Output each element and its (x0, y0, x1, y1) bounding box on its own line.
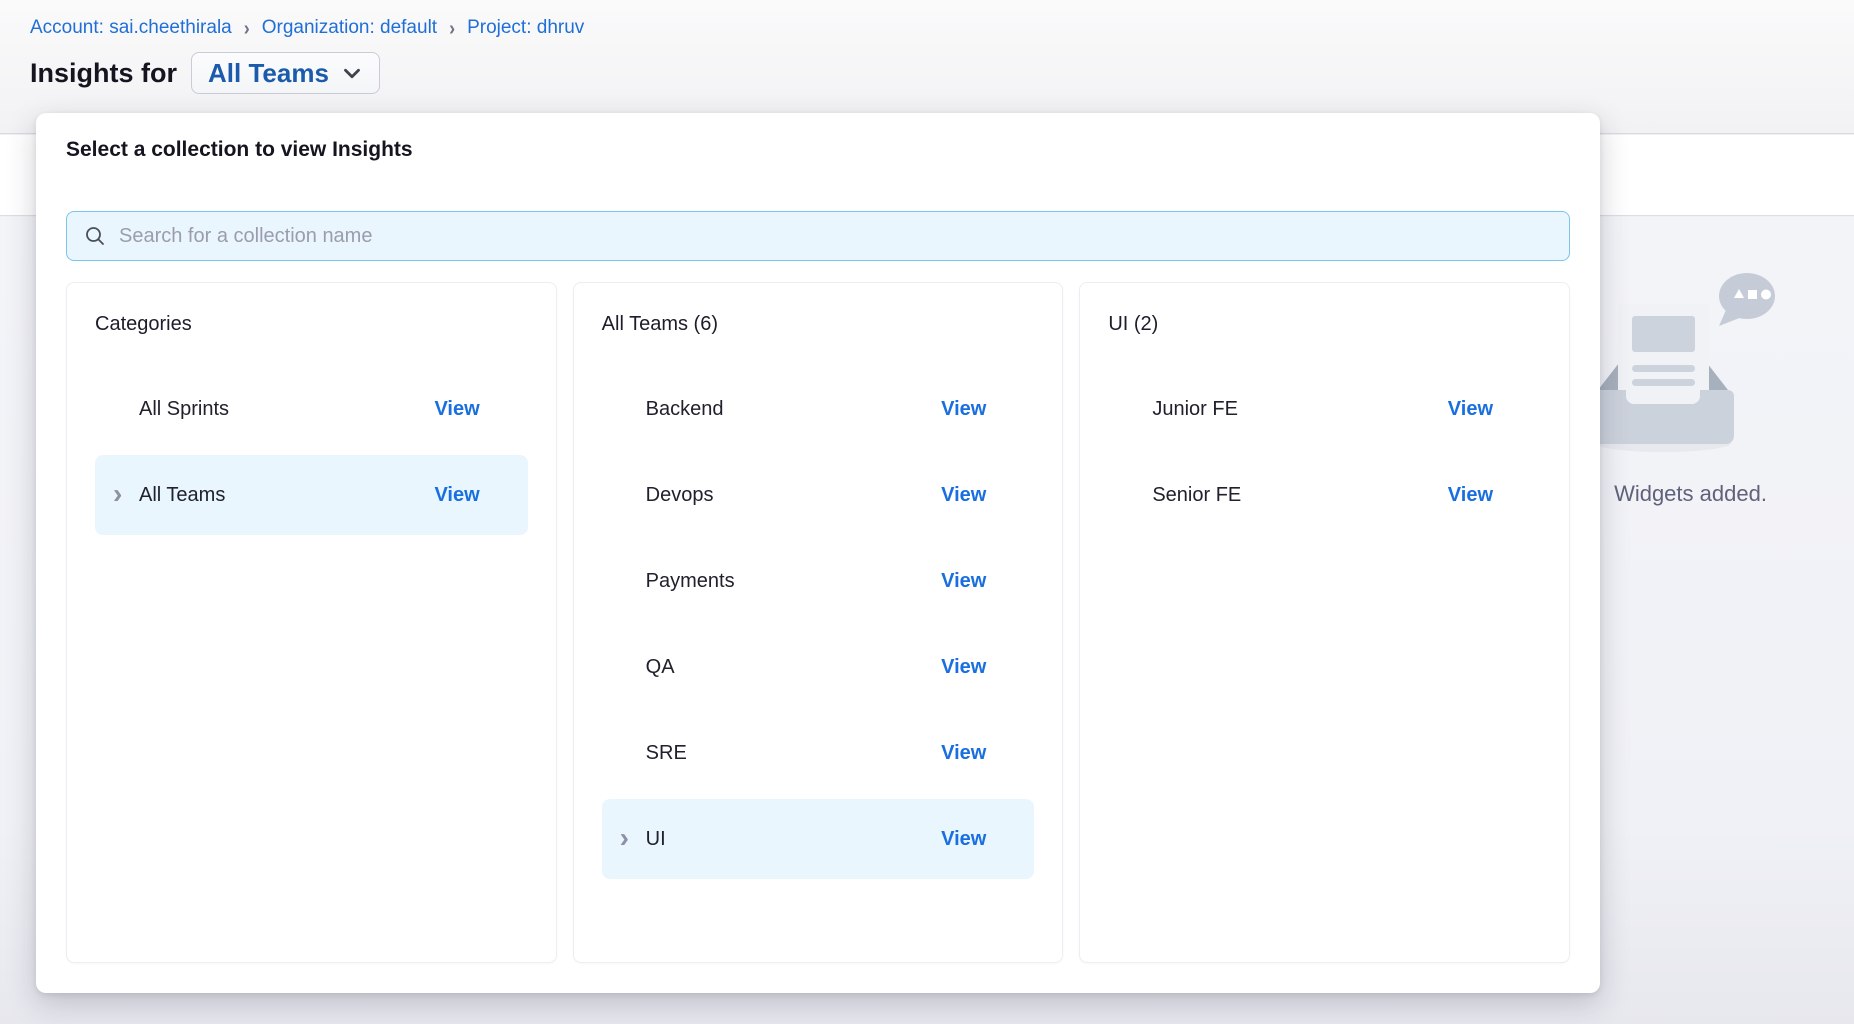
view-link[interactable]: View (1448, 398, 1493, 421)
list-item[interactable]: › All Teams View (95, 455, 528, 535)
chevron-right-icon: › (113, 480, 122, 508)
view-link[interactable]: View (941, 656, 986, 679)
list-item[interactable]: SRE View (602, 713, 1035, 793)
collection-column: UI (2) Junior FE View Senior FE View (1079, 282, 1570, 963)
collection-name: SRE (646, 742, 687, 765)
breadcrumb: Account: sai.cheethirala › Organization:… (30, 17, 584, 39)
list-item[interactable]: All Sprints View (95, 369, 528, 449)
collection-name: Senior FE (1152, 484, 1241, 507)
view-link[interactable]: View (941, 570, 986, 593)
search-input[interactable] (119, 225, 1553, 248)
collection-name: All Sprints (139, 398, 229, 421)
view-link[interactable]: View (1448, 484, 1493, 507)
collection-name: Payments (646, 570, 735, 593)
empty-inbox-illustration-icon (1593, 266, 1789, 459)
list-item[interactable]: QA View (602, 627, 1035, 707)
chevron-down-icon (339, 60, 365, 86)
list-item[interactable]: Backend View (602, 369, 1035, 449)
collection-column: All Teams (6)BackendViewDevopsViewPaymen… (573, 282, 1064, 963)
collection-search (66, 211, 1570, 261)
column-header: Categories (95, 313, 528, 337)
collection-name: Backend (646, 398, 724, 421)
list-item[interactable]: Senior FE View (1108, 455, 1541, 535)
empty-state-caption: Widgets added. (1614, 481, 1767, 507)
breadcrumb-separator-icon: › (449, 16, 455, 40)
view-link[interactable]: View (941, 742, 986, 765)
no-widgets-empty-state: Widgets added. (1588, 266, 1793, 507)
collection-name: All Teams (139, 484, 225, 507)
view-link[interactable]: View (941, 484, 986, 507)
collection-columns: CategoriesAll SprintsView›All TeamsViewA… (66, 282, 1570, 963)
list-item[interactable]: › UI View (602, 799, 1035, 879)
view-link[interactable]: View (434, 484, 479, 507)
list-item[interactable]: Junior FE View (1108, 369, 1541, 449)
breadcrumb-separator-icon: › (244, 16, 250, 40)
breadcrumb-organization-link[interactable]: Organization: default (262, 17, 437, 39)
picker-title: Select a collection to view Insights (66, 138, 413, 162)
collection-column: Categories All Sprints View › All Teams View (66, 282, 557, 963)
collection-dropdown-button[interactable]: All Teams (191, 52, 380, 94)
collection-name: UI (646, 828, 666, 851)
list-item[interactable]: Devops View (602, 455, 1035, 535)
collection-name: Devops (646, 484, 714, 507)
collection-name: Junior FE (1152, 398, 1238, 421)
search-icon (83, 224, 107, 248)
list-item[interactable]: Payments View (602, 541, 1035, 621)
chevron-right-icon: › (620, 824, 629, 852)
breadcrumb-project-link[interactable]: Project: dhruv (467, 17, 584, 39)
column-header: UI (2) (1108, 313, 1541, 337)
page-title: Insights for (30, 58, 177, 89)
breadcrumb-account-link[interactable]: Account: sai.cheethirala (30, 17, 232, 39)
collection-dropdown-label: All Teams (208, 58, 329, 89)
collection-name: QA (646, 656, 675, 679)
column-header: All Teams (6) (602, 313, 1035, 337)
view-link[interactable]: View (434, 398, 479, 421)
view-link[interactable]: View (941, 398, 986, 421)
view-link[interactable]: View (941, 828, 986, 851)
page-title-row: Insights for All Teams (30, 52, 380, 94)
collection-picker-dialog: Select a collection to view Insights Cat… (36, 113, 1600, 993)
